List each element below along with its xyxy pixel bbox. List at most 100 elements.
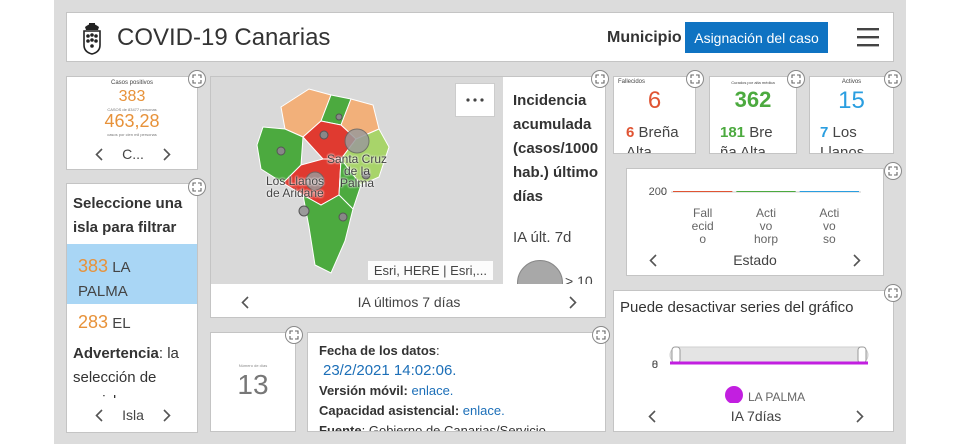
incidencia-legend-value: > 10 (565, 273, 593, 284)
casos-positivos-label: Casos positivos (110, 80, 154, 86)
incidencia-legend-symbol (517, 260, 563, 284)
isla-warning-text: Advertencia: la selección de una isla (73, 345, 179, 398)
chevron-left-icon[interactable] (239, 295, 251, 309)
casos-nav-bar: C... (81, 141, 185, 167)
map-card: Santa Cruz de la Palma Los Llanos de Ari… (210, 76, 606, 318)
zoom-scrollbar-track (669, 346, 869, 364)
zoom-handle-left (671, 346, 681, 364)
version-movil-link[interactable]: enlace. (412, 383, 454, 398)
asignacion-del-caso-button[interactable]: Asignación del caso (685, 22, 828, 53)
curados-card: Curados por alta médica 362 181 Bre ña A… (709, 76, 797, 154)
incidencia-legend-panel: Incidencia acumulada (casos/1000 hab.) ú… (503, 77, 605, 284)
expand-icon[interactable] (686, 70, 704, 88)
chevron-right-icon[interactable] (567, 295, 579, 309)
chevron-right-icon[interactable] (854, 409, 866, 423)
fecha-text-block: Fecha de los datos: 23/2/2021 14:02:06. … (319, 341, 603, 432)
map-attribution[interactable]: Esri, HERE | Esri,... (367, 261, 493, 280)
map-place-label-los-llanos: Los Llanos de Aridane (265, 174, 325, 200)
series-nav-label: IA 7días (730, 408, 782, 424)
x-tick-label: vo (760, 219, 773, 233)
chevron-right-icon[interactable] (161, 408, 173, 422)
series-chart-card: Puede desactivar series del gráfico 8 0 LA… (613, 290, 894, 432)
curados-detail: 181 Bre ña Alta (720, 124, 773, 154)
estado-bar (673, 191, 733, 192)
expand-icon[interactable] (285, 326, 303, 344)
chevron-left-icon[interactable] (647, 253, 659, 267)
isla-card-title: Seleccione una isla para filtrar (73, 195, 183, 236)
version-movil-label: Versión móvil: (319, 383, 408, 398)
legend-swatch (725, 386, 743, 403)
map-nav-bar: IA últimos 7 días (227, 289, 591, 315)
ellipsis-icon (466, 98, 484, 102)
dias-value: 13 (237, 369, 269, 400)
isla-case-count: 383 (78, 256, 109, 276)
isla-nav-label: Isla (122, 407, 144, 423)
x-tick-label: o (699, 232, 706, 246)
y-tick-label: 0 (652, 359, 658, 371)
x-tick-label: Fall (693, 206, 712, 220)
casos-rate-note: casos por cien mil personas (107, 132, 157, 137)
estado-nav-bar: Estado (635, 247, 875, 273)
map-more-options-button[interactable] (455, 83, 495, 117)
capacidad-label: Capacidad asistencial: (319, 403, 460, 418)
isla-list-item-el[interactable]: 283 EL (67, 310, 197, 336)
x-tick-label: so (823, 232, 836, 246)
expand-icon[interactable] (884, 284, 902, 302)
canarias-coat-of-arms-icon (81, 21, 103, 55)
incidencia-subtitle: IA últ. 7d (513, 229, 572, 246)
chevron-right-icon[interactable] (851, 253, 863, 267)
isla-list-item-la-palma[interactable]: 383 LA PALMA (67, 244, 197, 304)
expand-icon[interactable] (787, 70, 805, 88)
fallecidos-label: Fallecidos (618, 79, 646, 85)
isla-case-count: 283 (78, 312, 109, 332)
fallecidos-card: Fallecidos 6 6 Breña Alta (613, 76, 696, 154)
map-view[interactable]: Santa Cruz de la Palma Los Llanos de Ari… (211, 77, 503, 284)
x-tick-label: ecid (692, 219, 714, 233)
x-tick-label: Acti (819, 206, 839, 220)
casos-nav-label: C... (122, 146, 144, 162)
x-tick-label: horp (754, 232, 778, 246)
header-bar: COVID-19 Canarias Municipio Asignación d… (66, 12, 894, 62)
dias-number-card: Número de días 13 (210, 332, 296, 432)
estado-bar (736, 191, 796, 192)
fecha-value: 23/2/2021 14:02:06. (323, 362, 457, 379)
dias-label: Número de días (238, 363, 268, 368)
chevron-right-icon[interactable] (161, 147, 173, 161)
capacidad-link[interactable]: enlace. (463, 403, 505, 418)
fuente-text: : Gobierno de Canarias/Servicio (361, 423, 546, 432)
incidencia-title: Incidencia acumulada (casos/1000 hab.) ú… (513, 92, 599, 205)
x-tick-label: vo (823, 219, 836, 233)
zoom-handle-right (857, 346, 867, 364)
fuente-label: Fuente (319, 423, 362, 432)
y-tick-label: 0 (661, 186, 667, 198)
isla-selection-card: Seleccione una isla para filtrar 383 LA … (66, 183, 198, 433)
fecha-info-card: Fecha de los datos: 23/2/2021 14:02:06. … (307, 332, 606, 432)
activos-label: Activos (841, 79, 862, 85)
expand-icon[interactable] (591, 70, 609, 88)
estado-chart-card: 200 0 Fall ecid o Acti vo horp Acti vo so Estado (626, 168, 884, 276)
map-region-south[interactable] (302, 194, 354, 274)
chevron-left-icon[interactable] (646, 409, 658, 423)
estado-nav-label: Estado (733, 252, 777, 268)
series-nav-bar: IA 7días (634, 403, 878, 429)
expand-icon[interactable] (592, 326, 610, 344)
curados-label: Curados por alta médica (731, 80, 775, 85)
series-line-chart: 80LA PALMA (652, 346, 869, 403)
activos-card: Activos 15 7 Los Llanos (809, 76, 894, 154)
hamburger-menu-icon[interactable] (857, 27, 879, 47)
casos-positivos-value: 383 (118, 88, 146, 105)
map-nav-label: IA últimos 7 días (357, 294, 461, 310)
expand-icon[interactable] (188, 178, 206, 196)
estado-bar-chart: 2000FallecidoActivohorpActivoso (649, 186, 861, 246)
expand-icon[interactable] (188, 70, 206, 88)
legend-label: LA PALMA (748, 390, 805, 403)
fallecidos-detail: 6 Breña Alta (626, 124, 679, 154)
expand-icon[interactable] (884, 162, 902, 180)
chevron-left-icon[interactable] (93, 147, 105, 161)
curados-value: 362 (734, 87, 772, 112)
municipio-label[interactable]: Municipio (607, 29, 682, 47)
casos-positivos-card: Casos positivos 383 CASOS de 83477 perso… (66, 76, 198, 170)
expand-icon[interactable] (884, 70, 902, 88)
fallecidos-value: 6 (647, 87, 662, 114)
chevron-left-icon[interactable] (93, 408, 105, 422)
